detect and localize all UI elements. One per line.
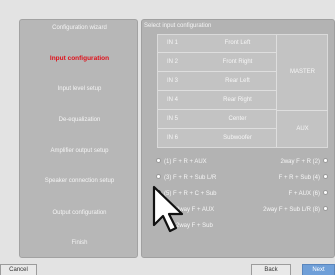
next-button[interactable]: Next	[302, 264, 335, 275]
sidebar-item-finish[interactable]: Finish	[20, 239, 139, 247]
option-5-radio[interactable]: (5) F + R + C + Sub	[156, 189, 217, 199]
back-button[interactable]: Back	[251, 264, 291, 275]
table-row: IN 3 Rear Left	[158, 73, 277, 91]
cancel-button[interactable]: Cancel	[0, 264, 37, 275]
option-row: 2way F + Sub	[156, 221, 328, 231]
radio-button-icon[interactable]	[156, 174, 161, 180]
wizard-window: Configuration wizard Input configuration…	[0, 0, 335, 275]
option-label: F + AUX (6)	[288, 191, 320, 197]
option-6-radio[interactable]: F + AUX (6)	[288, 189, 328, 199]
radio-button-icon[interactable]	[323, 206, 328, 212]
option-label: (5) F + R + C + Sub	[164, 191, 217, 197]
option-row: (1) F + R + AUX 2way F + R (2)	[156, 157, 328, 167]
panel-title: Select input configuration	[144, 23, 212, 29]
master-group-label: MASTER	[289, 69, 315, 75]
input-number: IN 3	[167, 78, 179, 84]
radio-button-icon[interactable]	[156, 158, 161, 164]
option-row: 2way F + AUX 2way F + Sub L/R (8)	[156, 205, 328, 215]
option-label: (3) F + R + Sub L/R	[164, 175, 217, 181]
input-name: Rear Left	[225, 78, 250, 84]
table-row: IN 6 Subwoofer	[158, 130, 277, 148]
option-label: 2way F + R (2)	[280, 159, 320, 165]
wizard-sidebar: Configuration wizard Input configuration…	[19, 19, 138, 258]
sidebar-item-configuration-wizard: Configuration wizard	[52, 25, 107, 31]
input-name: Front Right	[222, 59, 253, 65]
sidebar-item-output-configuration[interactable]: Output configuration	[20, 209, 139, 217]
input-name: Front Left	[224, 40, 251, 46]
input-mapping-table: IN 1 Front Left IN 2 Front Right IN 3 Re…	[157, 34, 328, 148]
input-name: Subwoofer	[223, 135, 252, 141]
sidebar-item-de-equalization[interactable]: De-equalization	[20, 116, 139, 124]
sidebar-item-input-level-setup[interactable]: Input level setup	[20, 85, 139, 93]
option-label: F + R + Sub (4)	[278, 175, 320, 181]
radio-button-icon[interactable]	[323, 190, 328, 196]
sidebar-item-input-configuration[interactable]: Input configuration	[20, 55, 139, 63]
aux-group-label: AUX	[296, 126, 309, 132]
table-row: IN 2 Front Right	[158, 54, 277, 72]
radio-button-icon[interactable]	[323, 174, 328, 180]
input-name: Rear Right	[223, 97, 252, 103]
input-number: IN 6	[167, 135, 179, 141]
sidebar-item-speaker-connection-setup[interactable]: Speaker connection setup	[20, 177, 139, 185]
option-3-radio[interactable]: (3) F + R + Sub L/R	[156, 173, 216, 183]
input-number: IN 5	[167, 116, 179, 122]
option-4-radio[interactable]: F + R + Sub (4)	[279, 173, 328, 183]
input-configuration-panel: Select input configuration IN 1 Front Le…	[141, 19, 335, 258]
radio-button-icon[interactable]	[323, 158, 328, 164]
option-9-radio[interactable]: 2way F + Sub	[176, 221, 213, 231]
option-label: (1) F + R + AUX	[164, 159, 207, 165]
sidebar-item-amplifier-output-setup[interactable]: Amplifier output setup	[20, 147, 139, 155]
option-2-radio[interactable]: 2way F + R (2)	[280, 157, 328, 167]
option-1-radio[interactable]: (1) F + R + AUX	[156, 157, 207, 167]
input-number: IN 1	[167, 40, 179, 46]
input-number: IN 4	[167, 97, 179, 103]
radio-button-icon[interactable]	[156, 190, 161, 196]
input-number: IN 2	[167, 59, 179, 65]
table-row: IN 1 Front Left	[158, 35, 277, 53]
option-7-radio[interactable]: 2way F + AUX	[176, 205, 214, 215]
option-label: 2way F + Sub	[176, 223, 213, 229]
table-row: IN 5 Center	[158, 111, 277, 129]
option-row: (5) F + R + C + Sub F + AUX (6)	[156, 189, 328, 199]
option-label: 2way F + AUX	[176, 207, 215, 213]
table-row: IN 4 Rear Right	[158, 92, 277, 110]
input-name: Center	[228, 116, 247, 122]
option-row: (3) F + R + Sub L/R F + R + Sub (4)	[156, 173, 328, 183]
group-separator	[277, 110, 328, 111]
option-label: 2way F + Sub L/R (8)	[263, 207, 320, 213]
option-8-radio[interactable]: 2way F + Sub L/R (8)	[263, 205, 328, 215]
